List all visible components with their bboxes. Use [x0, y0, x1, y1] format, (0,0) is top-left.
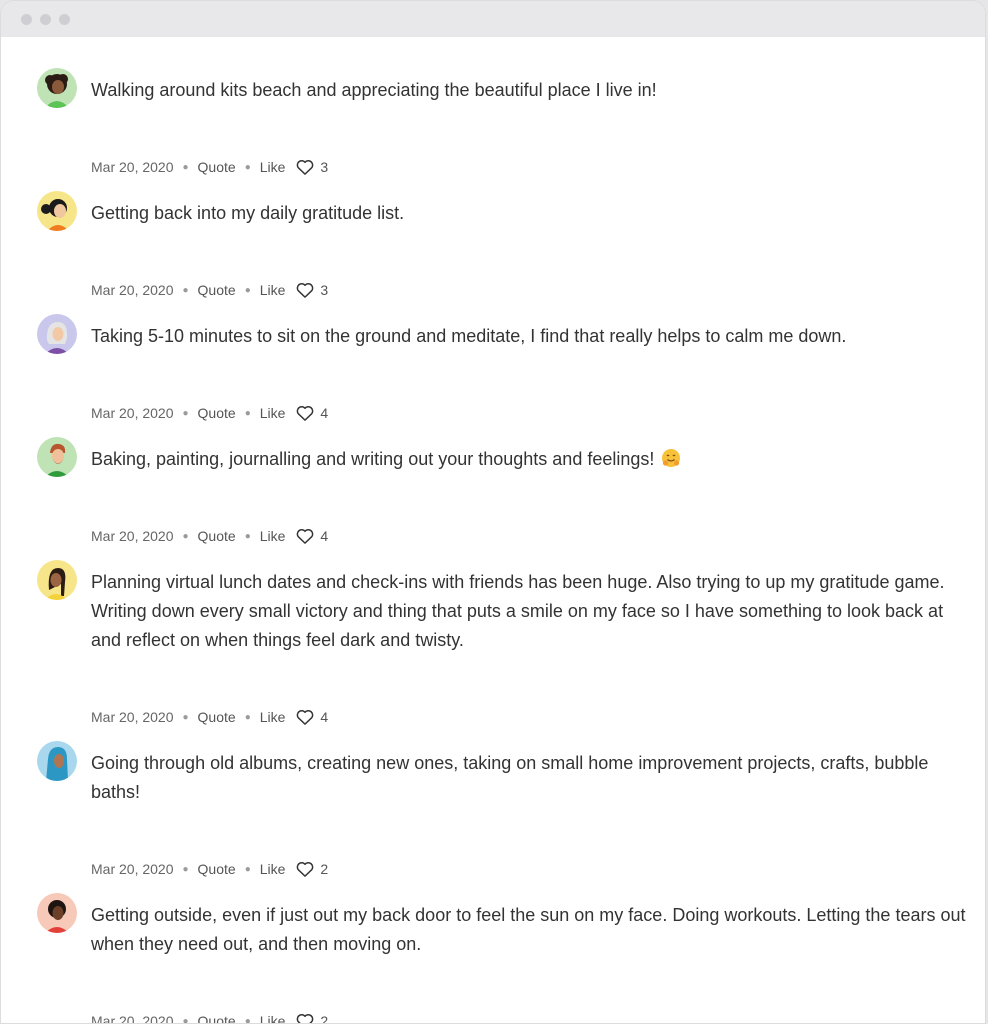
quote-link[interactable]: Quote — [198, 282, 236, 298]
comment-text: Walking around kits beach and appreciati… — [91, 80, 657, 100]
quote-link[interactable]: Quote — [198, 709, 236, 725]
like-link[interactable]: Like — [260, 159, 286, 175]
heart-icon[interactable] — [296, 528, 314, 544]
title-bar — [1, 1, 985, 37]
like-count: 4 — [320, 528, 329, 544]
user-avatar[interactable] — [37, 68, 77, 108]
comment-text: Taking 5-10 minutes to sit on the ground… — [91, 326, 847, 346]
separator-dot: ● — [244, 161, 251, 173]
user-avatar[interactable] — [37, 741, 77, 781]
comment-meta: Mar 20, 2020 ● Quote ● Like 2 — [91, 1013, 329, 1024]
hugging-face-emoji-icon — [661, 448, 681, 468]
user-avatar[interactable] — [37, 314, 77, 354]
comment-meta: Mar 20, 2020 ● Quote ● Like 4 — [91, 528, 328, 544]
comment-text: Baking, painting, journalling and writin… — [91, 445, 971, 474]
like-link[interactable]: Like — [260, 861, 286, 877]
close-window-button[interactable] — [21, 13, 32, 25]
comment-date: Mar 20, 2020 — [91, 709, 174, 725]
comment-text: Going through old albums, creating new o… — [91, 753, 929, 802]
like-link[interactable]: Like — [260, 528, 286, 544]
separator-dot: ● — [182, 530, 189, 542]
separator-dot: ● — [182, 407, 189, 419]
heart-icon[interactable] — [296, 861, 314, 877]
heart-icon[interactable] — [296, 1013, 314, 1023]
separator-dot: ● — [182, 1015, 189, 1024]
quote-link[interactable]: Quote — [198, 861, 236, 877]
heart-icon[interactable] — [296, 405, 314, 421]
comment-date: Mar 20, 2020 — [91, 528, 174, 544]
like-count: 3 — [320, 159, 329, 175]
heart-icon[interactable] — [296, 709, 314, 725]
separator-dot: ● — [182, 284, 189, 296]
comment-meta: Mar 20, 2020 ● Quote ● Like 2 — [91, 861, 328, 877]
user-avatar[interactable] — [37, 437, 77, 477]
comment-date: Mar 20, 2020 — [91, 861, 174, 877]
separator-dot: ● — [182, 161, 189, 173]
separator-dot: ● — [244, 711, 251, 723]
like-count: 2 — [320, 861, 329, 877]
maximize-window-button[interactable] — [59, 13, 70, 25]
comment-text: Planning virtual lunch dates and check-i… — [91, 572, 945, 650]
separator-dot: ● — [244, 407, 251, 419]
quote-link[interactable]: Quote — [198, 1013, 236, 1023]
like-count: 3 — [320, 282, 329, 298]
like-link[interactable]: Like — [260, 405, 286, 421]
user-avatar[interactable] — [37, 560, 77, 600]
comment-date: Mar 20, 2020 — [91, 1013, 174, 1024]
heart-icon[interactable] — [296, 159, 314, 175]
comment-meta: Mar 20, 2020 ● Quote ● Like 4 — [91, 405, 328, 421]
comment-date: Mar 20, 2020 — [91, 282, 174, 298]
user-avatar[interactable] — [37, 191, 77, 231]
comment-meta: Mar 20, 2020 ● Quote ● Like 3 — [91, 159, 328, 175]
user-avatar[interactable] — [37, 893, 77, 933]
separator-dot: ● — [244, 284, 251, 296]
like-count: 2 — [320, 1013, 329, 1024]
comment-date: Mar 20, 2020 — [91, 159, 174, 175]
like-count: 4 — [320, 405, 329, 421]
separator-dot: ● — [244, 863, 251, 875]
separator-dot: ● — [182, 863, 189, 875]
quote-link[interactable]: Quote — [198, 528, 236, 544]
comment-meta: Mar 20, 2020 ● Quote ● Like 3 — [91, 282, 328, 298]
comment-text-content: Baking, painting, journalling and writin… — [91, 449, 655, 469]
comment-date: Mar 20, 2020 — [91, 405, 174, 421]
heart-icon[interactable] — [296, 282, 314, 298]
separator-dot: ● — [244, 530, 251, 542]
separator-dot: ● — [244, 1015, 251, 1024]
comment-text: Getting outside, even if just out my bac… — [91, 905, 966, 954]
quote-link[interactable]: Quote — [198, 405, 236, 421]
minimize-window-button[interactable] — [40, 13, 51, 25]
like-link[interactable]: Like — [260, 282, 286, 298]
comment-text: Getting back into my daily gratitude lis… — [91, 203, 405, 223]
like-link[interactable]: Like — [260, 709, 286, 725]
like-link[interactable]: Like — [260, 1013, 286, 1023]
like-count: 4 — [320, 709, 329, 725]
comment-meta: Mar 20, 2020 ● Quote ● Like 4 — [91, 709, 328, 725]
quote-link[interactable]: Quote — [198, 159, 236, 175]
separator-dot: ● — [182, 711, 189, 723]
browser-window: Walking around kits beach and appreciati… — [0, 0, 986, 1024]
